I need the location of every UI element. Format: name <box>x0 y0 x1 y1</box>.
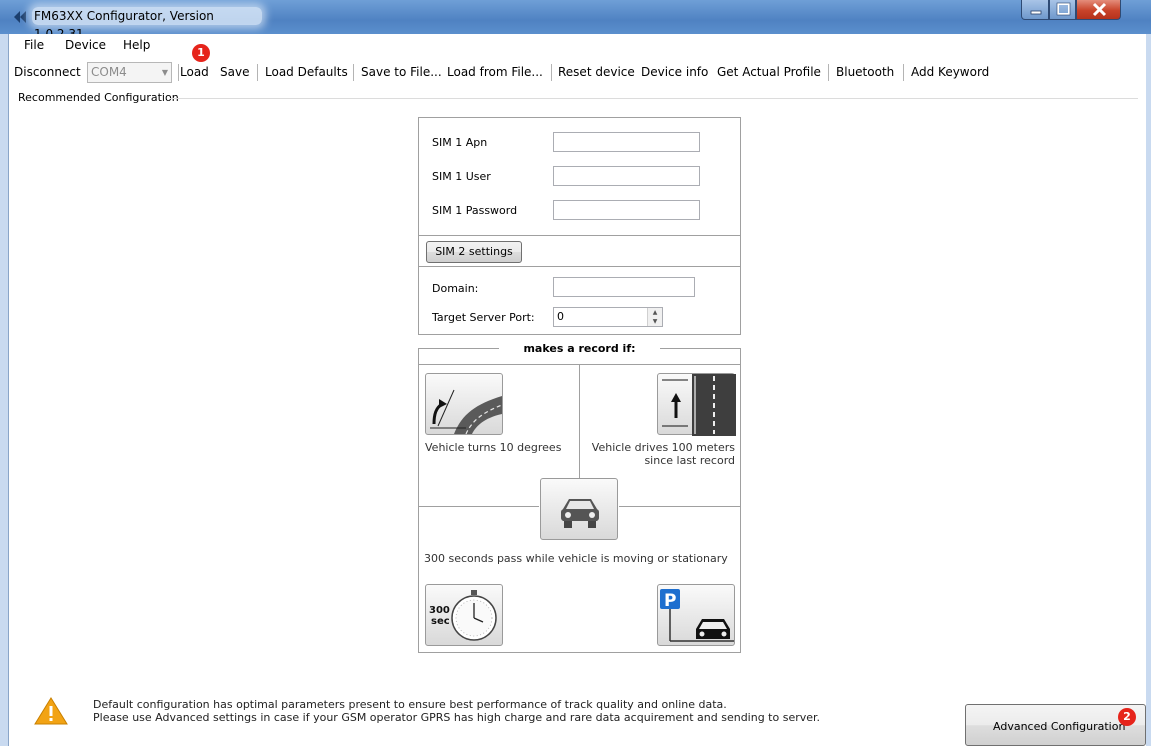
sim1-apn-input[interactable] <box>553 132 700 152</box>
title-bar[interactable]: FM63XX Configurator, Version 1.0.2.31 <box>0 0 1151 41</box>
sim1-user-input[interactable] <box>553 166 700 186</box>
reset-device-button[interactable]: Reset device <box>558 65 635 79</box>
timer-label-sec: sec <box>431 616 450 627</box>
step-badge-2: 2 <box>1118 708 1136 726</box>
save-button[interactable]: Save <box>220 65 249 79</box>
connection-settings-panel: SIM 1 Apn SIM 1 User SIM 1 Password SIM … <box>418 117 741 335</box>
window-frame-left <box>0 34 8 746</box>
port-select[interactable]: COM4 ▼ <box>87 62 172 83</box>
window-title: FM63XX Configurator, Version 1.0.2.31 <box>32 7 262 41</box>
menu-file[interactable]: File <box>24 38 44 52</box>
minimize-icon <box>1030 10 1042 15</box>
sim1-password-label: SIM 1 Password <box>432 204 518 217</box>
time-condition-text: 300 seconds pass while vehicle is moving… <box>424 552 728 565</box>
toolbar-separator <box>353 64 354 81</box>
toolbar-separator <box>178 64 179 81</box>
domain-input[interactable] <box>553 277 695 297</box>
advanced-configuration-label: Advanced Configuration <box>993 720 1126 733</box>
disconnect-button[interactable]: Disconnect <box>14 65 81 79</box>
device-info-button[interactable]: Device info <box>641 65 708 79</box>
section-title: Recommended Configuration <box>18 91 179 104</box>
domain-label: Domain: <box>432 282 479 295</box>
record-header: makes a record if: <box>419 341 740 355</box>
load-from-file-button[interactable]: Load from File... <box>447 65 543 79</box>
port-select-value: COM4 <box>91 65 127 79</box>
server-port-label: Target Server Port: <box>432 311 535 324</box>
stopwatch-icon: 300 sec <box>425 584 503 646</box>
toolbar-separator <box>257 64 258 81</box>
panel-divider <box>419 266 740 267</box>
server-port-stepper[interactable]: 0 ▲ ▼ <box>553 307 663 327</box>
maximize-icon <box>1056 2 1071 16</box>
warning-icon <box>34 697 68 725</box>
chevron-down-icon: ▼ <box>161 68 168 77</box>
app-icon <box>14 11 26 23</box>
parking-sign-letter: P <box>664 591 676 611</box>
get-actual-profile-button[interactable]: Get Actual Profile <box>717 65 821 79</box>
menu-device[interactable]: Device <box>65 38 106 52</box>
maximize-button[interactable] <box>1049 0 1076 20</box>
load-button[interactable]: Load <box>180 65 209 79</box>
distance-road-icon <box>657 373 736 436</box>
load-defaults-button[interactable]: Load Defaults <box>265 65 348 79</box>
close-button[interactable] <box>1076 0 1121 20</box>
record-divider <box>419 506 539 507</box>
advanced-configuration-button[interactable]: Advanced Configuration <box>965 704 1146 746</box>
record-conditions-panel: makes a record if: Vehicle turns 10 degr… <box>418 342 741 653</box>
toolbar-separator <box>903 64 904 81</box>
toolbar-separator <box>551 64 552 81</box>
add-keyword-button[interactable]: Add Keyword <box>911 65 989 79</box>
sim1-password-input[interactable] <box>553 200 700 220</box>
car-icon <box>540 478 618 540</box>
toolbar: Disconnect COM4 ▼ Load Save Load Default… <box>8 60 1138 86</box>
minimize-button[interactable] <box>1021 0 1049 20</box>
record-divider <box>619 506 740 507</box>
timer-label-300: 300 <box>429 605 450 616</box>
toolbar-separator <box>828 64 829 81</box>
distance-condition-text: Vehicle drives 100 meters since last reco… <box>591 441 735 467</box>
turn-angle-icon <box>425 373 503 435</box>
warning-line-2: Please use Advanced settings in case if … <box>93 711 821 724</box>
sim1-user-label: SIM 1 User <box>432 170 491 183</box>
sim1-apn-label: SIM 1 Apn <box>432 136 488 149</box>
menu-help[interactable]: Help <box>123 38 150 52</box>
save-to-file-button[interactable]: Save to File... <box>361 65 442 79</box>
parking-icon: P <box>657 584 735 646</box>
close-icon <box>1092 2 1107 17</box>
server-port-value: 0 <box>557 310 564 323</box>
turn-condition-text: Vehicle turns 10 degrees <box>425 441 562 454</box>
warning-line-1: Default configuration has optimal parame… <box>93 698 727 711</box>
window-frame-right <box>1146 34 1151 746</box>
section-divider <box>170 98 1138 99</box>
spin-up-icon[interactable]: ▲ <box>647 308 662 317</box>
bluetooth-button[interactable]: Bluetooth <box>836 65 894 79</box>
warning-message: Default configuration has optimal parame… <box>93 698 820 724</box>
spin-down-icon[interactable]: ▼ <box>647 317 662 326</box>
sim2-settings-button[interactable]: SIM 2 settings <box>426 241 522 263</box>
panel-divider <box>419 235 740 236</box>
